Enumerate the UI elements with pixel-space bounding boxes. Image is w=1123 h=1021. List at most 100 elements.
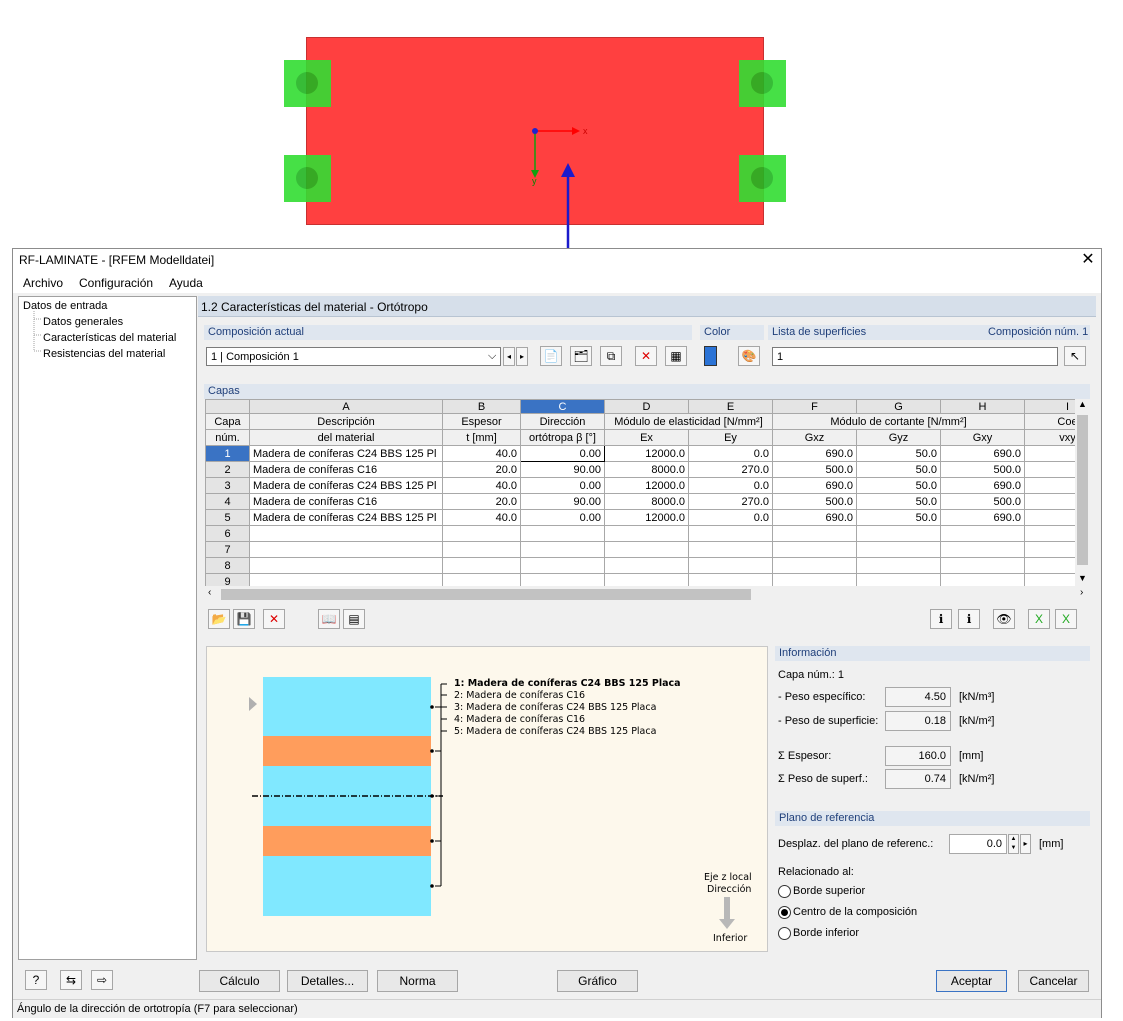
cell-vxy[interactable] xyxy=(1024,557,1075,574)
table-row[interactable]: 9 xyxy=(205,573,1075,586)
cell-espesor[interactable]: 40.0 xyxy=(442,445,521,462)
opt-borde-superior[interactable]: Borde superior xyxy=(793,885,865,897)
cell-descripcion[interactable] xyxy=(249,541,443,558)
col-letter[interactable]: E xyxy=(688,399,773,414)
cell-descripcion[interactable]: Madera de coníferas C24 BBS 125 Pl xyxy=(249,445,443,462)
cell-gxz[interactable]: 500.0 xyxy=(772,461,857,478)
cell-vxy[interactable] xyxy=(1024,477,1075,494)
radio-centro[interactable] xyxy=(778,906,791,919)
color-swatch[interactable] xyxy=(704,346,717,366)
cell-gxz[interactable]: 690.0 xyxy=(772,477,857,494)
open-icon[interactable]: 📂 xyxy=(208,609,230,629)
save-icon[interactable]: 💾 xyxy=(233,609,255,629)
cell-gxy[interactable]: 500.0 xyxy=(940,461,1025,478)
desplaz-arrow-icon[interactable]: ▸ xyxy=(1020,834,1031,854)
cell-direccion[interactable]: 0.00 xyxy=(520,509,605,526)
cell-ex[interactable]: 8000.0 xyxy=(604,461,689,478)
col-letter[interactable]: F xyxy=(772,399,857,414)
scroll-right-icon[interactable]: › xyxy=(1080,587,1083,598)
col-letter[interactable]: I xyxy=(1024,399,1075,414)
desplaz-spinner-icon[interactable]: ▲ ▼ xyxy=(1008,834,1019,854)
cell-vxy[interactable] xyxy=(1024,493,1075,510)
cell-descripcion[interactable]: Madera de coníferas C24 BBS 125 Pl xyxy=(249,477,443,494)
radio-borde-inferior[interactable] xyxy=(778,927,791,940)
cell-gyz[interactable] xyxy=(856,525,941,542)
new-composition-icon[interactable]: 📄 xyxy=(540,346,562,366)
cell-gxz[interactable] xyxy=(772,557,857,574)
cell-ex[interactable]: 12000.0 xyxy=(604,477,689,494)
cell-direccion[interactable]: 0.00 xyxy=(520,445,605,462)
cell-ex[interactable]: 12000.0 xyxy=(604,509,689,526)
cell-ey[interactable]: 270.0 xyxy=(688,461,773,478)
cell-direccion[interactable]: 90.00 xyxy=(520,461,605,478)
cell-gyz[interactable]: 50.0 xyxy=(856,493,941,510)
row-number[interactable]: 7 xyxy=(205,541,250,558)
radio-borde-superior[interactable] xyxy=(778,885,791,898)
info-detail-icon[interactable]: ℹ xyxy=(958,609,980,629)
row-number[interactable]: 9 xyxy=(205,573,250,586)
cell-direccion[interactable]: 0.00 xyxy=(520,477,605,494)
cell-gxy[interactable]: 690.0 xyxy=(940,445,1025,462)
opt-borde-inferior[interactable]: Borde inferior xyxy=(793,927,859,939)
cell-gxy[interactable]: 690.0 xyxy=(940,477,1025,494)
cell-ey[interactable] xyxy=(688,557,773,574)
cell-direccion[interactable] xyxy=(520,573,605,586)
cell-descripcion[interactable]: Madera de coníferas C16 xyxy=(249,461,443,478)
cell-gxy[interactable] xyxy=(940,541,1025,558)
cell-vxy[interactable] xyxy=(1024,461,1075,478)
cell-ey[interactable] xyxy=(688,573,773,586)
menu-configuracion[interactable]: Configuración xyxy=(79,276,153,290)
pick-surface-icon[interactable]: ↖ xyxy=(1064,346,1086,366)
copy-icon[interactable]: ⧉ xyxy=(600,346,622,366)
row-number[interactable]: 8 xyxy=(205,557,250,574)
col-letter[interactable]: D xyxy=(604,399,689,414)
norma-button[interactable]: Norma xyxy=(377,970,458,992)
cell-gyz[interactable] xyxy=(856,541,941,558)
opt-centro[interactable]: Centro de la composición xyxy=(793,906,917,918)
cell-ex[interactable] xyxy=(604,573,689,586)
cell-gxz[interactable]: 690.0 xyxy=(772,509,857,526)
cell-espesor[interactable]: 20.0 xyxy=(442,493,521,510)
cell-ey[interactable] xyxy=(688,541,773,558)
row-number[interactable]: 3 xyxy=(205,477,250,494)
row-number[interactable]: 2 xyxy=(205,461,250,478)
desplaz-input[interactable]: 0.0 xyxy=(949,834,1007,854)
import-icon[interactable]: 🗂 xyxy=(570,346,592,366)
detalles-button[interactable]: Detalles... xyxy=(287,970,368,992)
cell-vxy[interactable] xyxy=(1024,525,1075,542)
cell-direccion[interactable] xyxy=(520,525,605,542)
cell-espesor[interactable] xyxy=(442,541,521,558)
library-icon[interactable]: 📖 xyxy=(318,609,340,629)
import-icon-bottom[interactable]: ⇨ xyxy=(91,970,113,990)
cell-gxz[interactable] xyxy=(772,573,857,586)
cell-gxy[interactable] xyxy=(940,573,1025,586)
scroll-up-icon[interactable]: ▲ xyxy=(1078,399,1087,409)
cell-ex[interactable]: 12000.0 xyxy=(604,445,689,462)
tree-item-caracteristicas[interactable]: Características del material xyxy=(43,332,176,344)
cell-gxy[interactable] xyxy=(940,525,1025,542)
cell-ex[interactable] xyxy=(604,541,689,558)
row-number[interactable]: 5 xyxy=(205,509,250,526)
cell-espesor[interactable] xyxy=(442,557,521,574)
cell-direccion[interactable] xyxy=(520,557,605,574)
cell-ey[interactable] xyxy=(688,525,773,542)
close-icon[interactable]: ✕ xyxy=(1075,249,1101,271)
cell-gxz[interactable] xyxy=(772,541,857,558)
delete-icon[interactable]: ✕ xyxy=(635,346,657,366)
scroll-thumb-h[interactable] xyxy=(221,589,751,600)
scroll-left-icon[interactable]: ‹ xyxy=(208,587,211,598)
composicion-select[interactable]: 1 | Composición 1 ⌵ xyxy=(206,347,501,366)
cell-gxy[interactable]: 690.0 xyxy=(940,509,1025,526)
cell-gyz[interactable] xyxy=(856,557,941,574)
table-export-icon[interactable]: ▦ xyxy=(665,346,687,366)
cell-ey[interactable]: 0.0 xyxy=(688,477,773,494)
table-row[interactable]: 2 Madera de coníferas C16 20.0 90.00 8000.0 2… xyxy=(205,461,1075,478)
cell-descripcion[interactable] xyxy=(249,525,443,542)
excel-export-icon[interactable]: X xyxy=(1028,609,1050,629)
row-number[interactable]: 6 xyxy=(205,525,250,542)
cell-gxz[interactable]: 690.0 xyxy=(772,445,857,462)
cell-gxy[interactable]: 500.0 xyxy=(940,493,1025,510)
table-row[interactable]: 8 xyxy=(205,557,1075,574)
menu-archivo[interactable]: Archivo xyxy=(23,276,63,290)
col-letter[interactable]: A xyxy=(249,399,443,414)
